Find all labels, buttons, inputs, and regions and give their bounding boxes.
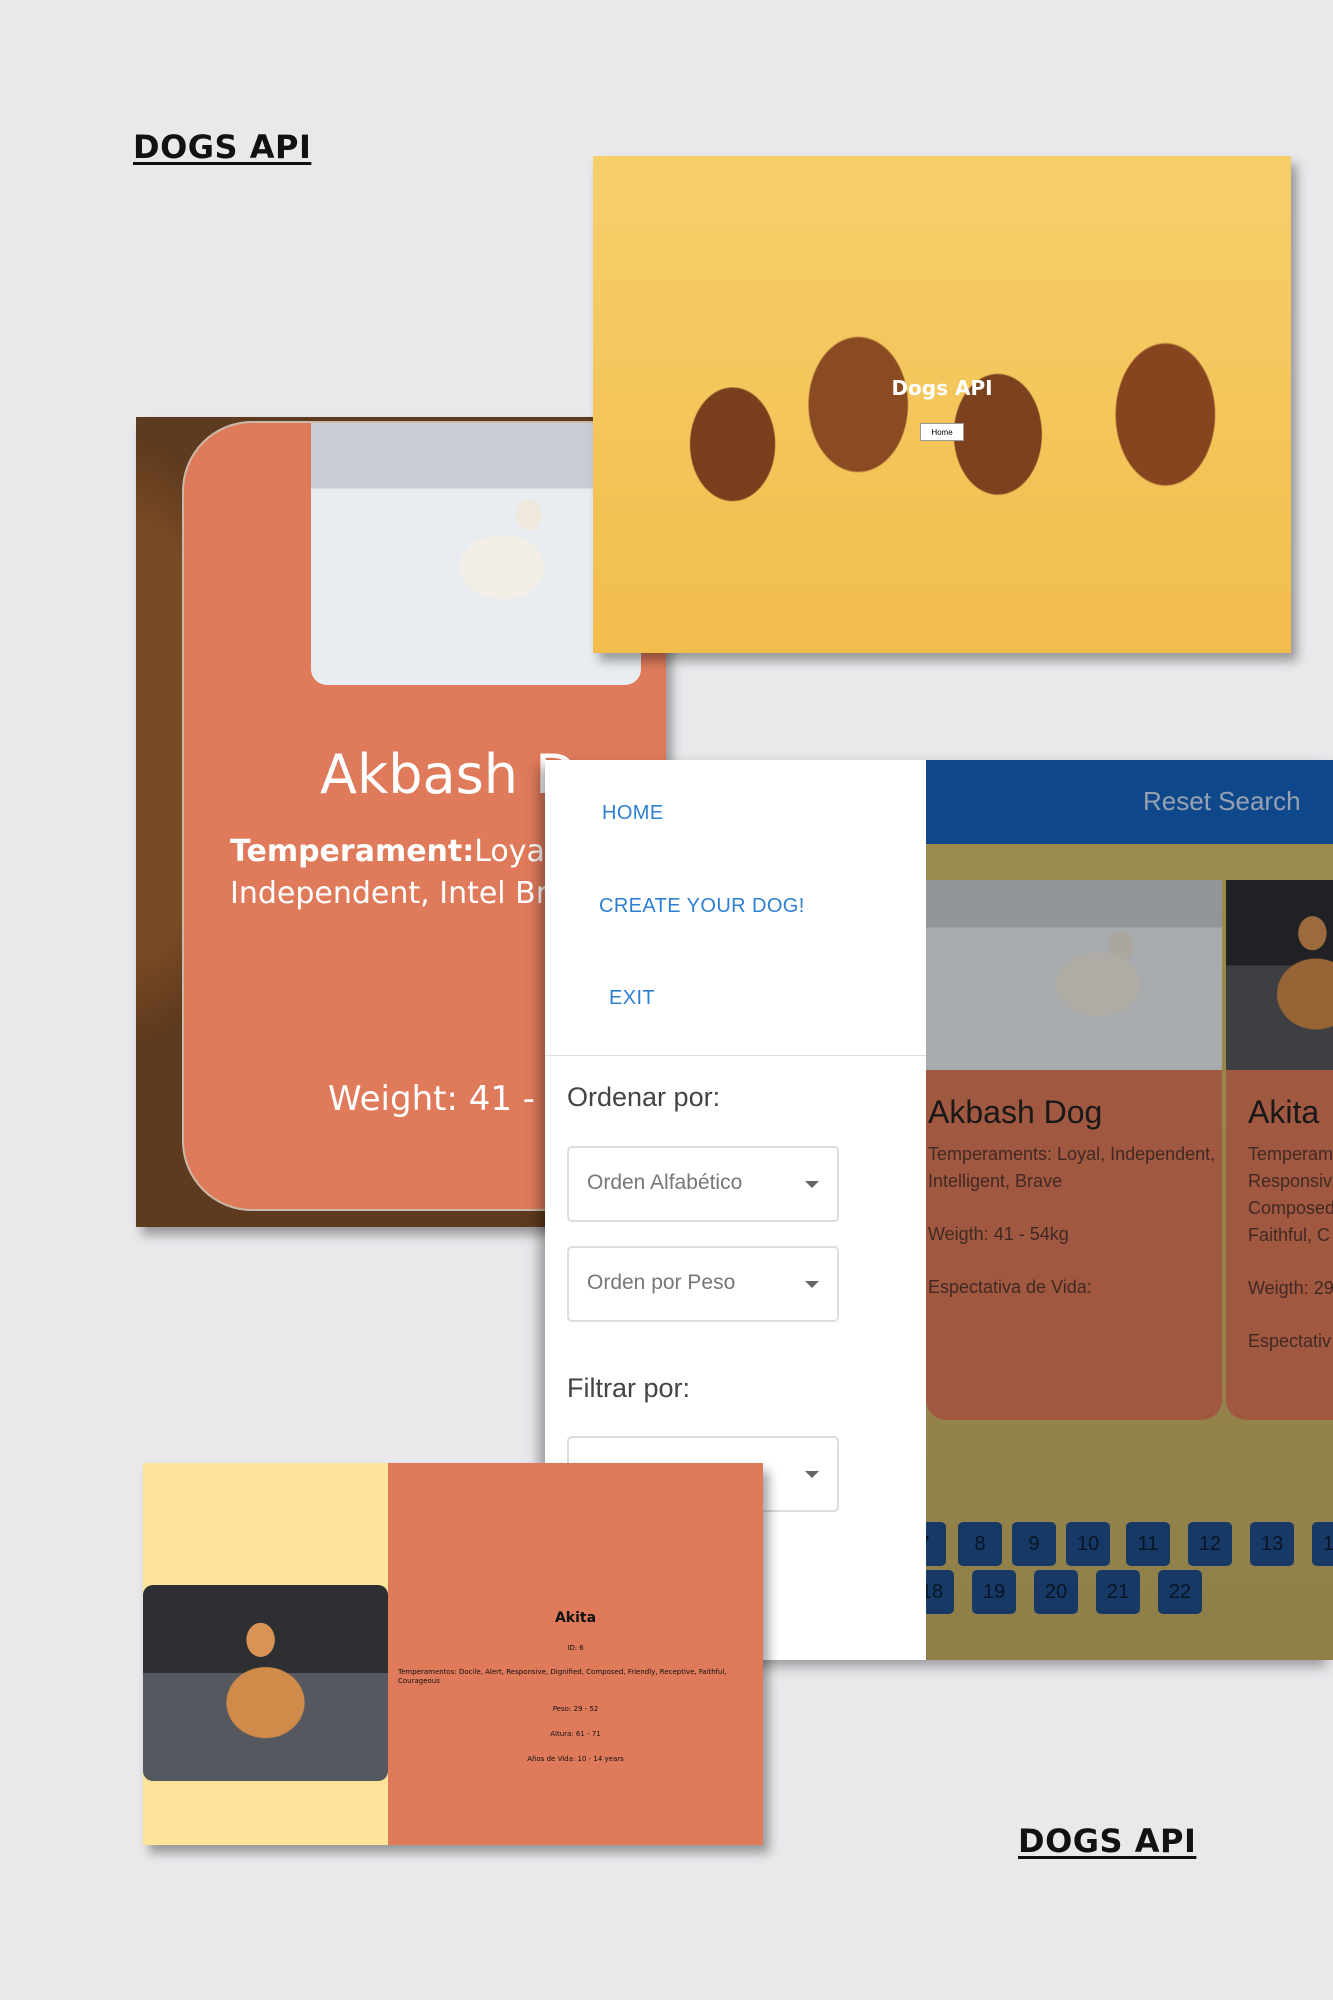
- drawer-link-create[interactable]: CREATE YOUR DOG!: [599, 895, 805, 918]
- filter-heading: Filtrar por:: [567, 1373, 691, 1403]
- dog-photo: [311, 423, 641, 685]
- divider: [545, 1055, 926, 1056]
- brand-title-top: DOGS API: [133, 128, 312, 166]
- landing-screenshot: Dogs API Home: [593, 156, 1291, 653]
- dog-name: Akbash D: [320, 743, 577, 806]
- home-main: Reset Search Akbash Dog Temperaments: Lo…: [902, 760, 1333, 1660]
- drawer-link-exit[interactable]: EXIT: [609, 987, 655, 1010]
- chevron-down-icon: [805, 1281, 819, 1288]
- dog-height: Altura: 61 - 71: [550, 1730, 601, 1738]
- drawer-overlay[interactable]: [926, 760, 1333, 1660]
- akita-detail-screenshot: Akita ID: 6 Temperamentos: Docile, Alert…: [143, 1463, 763, 1845]
- sort-weight-value: Orden por Peso: [587, 1271, 736, 1294]
- dog-name: Akita: [554, 1610, 597, 1626]
- dog-id: ID: 6: [567, 1644, 584, 1652]
- landing-title: Dogs API: [891, 376, 993, 400]
- dog-temperaments: Temperamentos: Docile, Alert, Responsive…: [398, 1668, 727, 1685]
- dog-weight: Weight: 41 - 5: [328, 1079, 568, 1119]
- chevron-down-icon: [805, 1471, 819, 1478]
- drawer-link-home[interactable]: HOME: [602, 802, 664, 825]
- dog-weight: Peso: 29 - 52: [552, 1705, 599, 1713]
- sort-heading: Ordenar por:: [567, 1082, 721, 1112]
- brand-title-bottom: DOGS API: [1018, 1822, 1197, 1860]
- dog-photo: [143, 1585, 388, 1781]
- sort-alpha-select[interactable]: Orden Alfabético: [567, 1146, 839, 1222]
- chevron-down-icon: [805, 1181, 819, 1188]
- home-button[interactable]: Home: [920, 423, 964, 441]
- dog-life-span: Años de Vida: 10 - 14 years: [527, 1755, 624, 1763]
- sort-weight-select[interactable]: Orden por Peso: [567, 1246, 839, 1322]
- akita-info-panel: Akita ID: 6 Temperamentos: Docile, Alert…: [388, 1463, 763, 1845]
- sort-alpha-value: Orden Alfabético: [587, 1171, 743, 1194]
- temperament-label: Temperament:: [230, 834, 475, 869]
